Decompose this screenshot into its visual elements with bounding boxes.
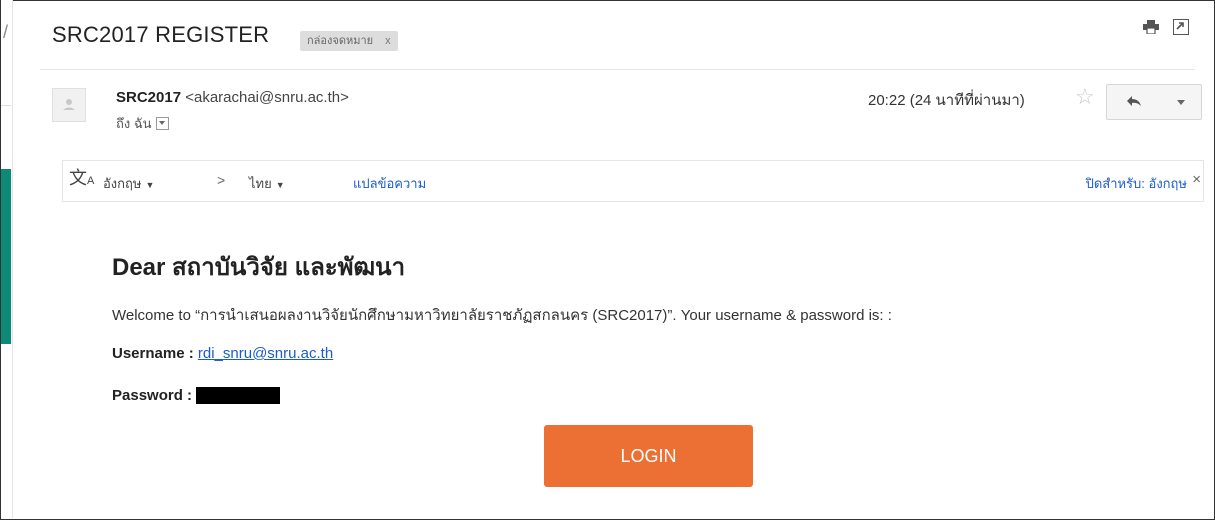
avatar-icon: [52, 88, 86, 122]
reply-button[interactable]: [1106, 84, 1162, 120]
recipient-text: ถึง ฉัน: [116, 116, 152, 131]
close-translate-bar-icon[interactable]: ×: [1192, 171, 1201, 188]
translate-icon: 文A: [69, 168, 95, 188]
rail-glyph: /: [3, 22, 9, 42]
target-language-label: ไทย: [249, 176, 272, 191]
sender-email: <akarachai@snru.ac.th>: [185, 89, 349, 106]
username-label: Username :: [112, 345, 194, 362]
label-chip-text: กล่องจดหมาย: [307, 35, 374, 47]
login-button[interactable]: LOGIN: [544, 425, 753, 487]
password-label: Password :: [112, 387, 193, 404]
label-remove-icon[interactable]: x: [385, 35, 391, 47]
password-redaction: [196, 386, 281, 404]
translate-message-link[interactable]: แปลข้อความ: [353, 173, 426, 194]
recipient-details-dropdown[interactable]: [155, 117, 169, 131]
target-language-select[interactable]: ไทย ▼: [249, 173, 285, 194]
translate-bar: 文A อังกฤษ ▼ > ไทย ▼ แปลข้อความ ปิดสำหรับ: …: [62, 160, 1204, 202]
rail-accent: [1, 169, 11, 344]
recipient-line: ถึง ฉัน: [116, 113, 169, 134]
header-divider: [40, 69, 1195, 70]
sender-line: SRC2017 <akarachai@snru.ac.th>: [116, 89, 349, 106]
source-language-select[interactable]: อังกฤษ ▼: [103, 173, 154, 194]
email-subject: SRC2017 REGISTER: [52, 22, 270, 47]
password-row: Password :: [112, 386, 281, 405]
label-chip-inbox[interactable]: กล่องจดหมาย x: [300, 31, 398, 51]
turn-off-translation-link[interactable]: ปิดสำหรับ: อังกฤษ: [1086, 173, 1187, 194]
username-row: Username : rdi_snru@snru.ac.th: [112, 345, 333, 362]
print-icon[interactable]: [1143, 20, 1159, 34]
arrow-right-icon: >: [217, 172, 226, 188]
welcome-text: Welcome to “การนำเสนอผลงานวิจัยนักศึกษาม…: [112, 307, 892, 324]
new-window-icon[interactable]: [1173, 19, 1189, 35]
subject-row: SRC2017 REGISTER กล่องจดหมาย x: [40, 18, 1195, 58]
more-options-button[interactable]: [1161, 84, 1202, 120]
message-timestamp: 20:22 (24 นาทีที่ผ่านมา): [868, 92, 1025, 109]
source-language-label: อังกฤษ: [103, 176, 142, 191]
sender-name[interactable]: SRC2017: [116, 89, 181, 106]
greeting-heading: Dear สถาบันวิจัย และพัฒนา: [112, 254, 406, 281]
username-link[interactable]: rdi_snru@snru.ac.th: [198, 345, 333, 362]
reply-icon: [1127, 96, 1141, 106]
star-icon[interactable]: ☆: [1075, 84, 1095, 110]
rail-divider: [1, 105, 11, 106]
caret-down-icon: ▼: [275, 180, 285, 190]
caret-down-icon: ▼: [145, 180, 155, 190]
